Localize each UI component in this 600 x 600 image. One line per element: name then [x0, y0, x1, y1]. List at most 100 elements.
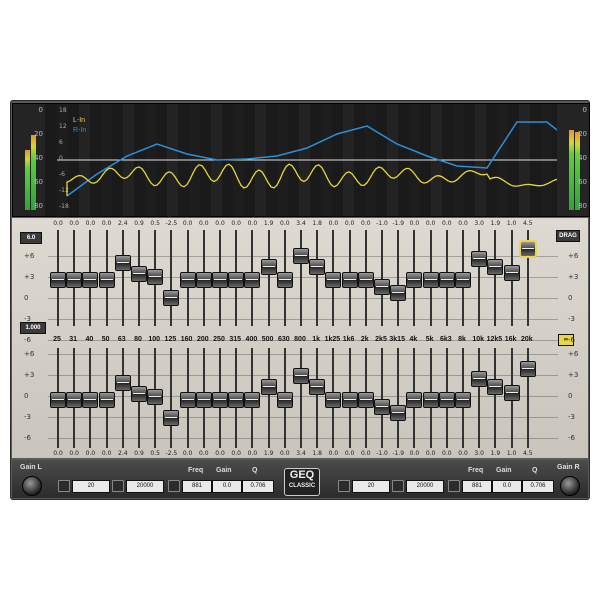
top-fader-knob-12k5[interactable]	[487, 258, 504, 275]
top-fader-knob-3k15[interactable]	[390, 285, 407, 302]
top-fader-knob-10k[interactable]	[471, 251, 488, 267]
top-fader-knob-50[interactable]	[98, 272, 115, 288]
fader-scale-tick: +6	[568, 252, 579, 260]
top-fader-knob-25[interactable]	[50, 272, 66, 288]
top-fader-knob-16k[interactable]	[503, 265, 520, 281]
top-fader-knob-500[interactable]	[260, 258, 277, 275]
left-freq-label: Freq	[188, 467, 204, 474]
meter-scale-tick: 20	[34, 130, 43, 138]
right-highcut-field[interactable]: 20000	[406, 480, 444, 493]
fader-gridline	[48, 354, 558, 355]
bottom-fader-knob-125[interactable]	[163, 409, 180, 426]
bottom-fader-knob-12k5[interactable]	[487, 378, 504, 395]
bottom-fader-knob-1k25[interactable]	[325, 392, 342, 408]
top-fader-knob-1k25[interactable]	[325, 272, 342, 288]
top-fader-knob-1k[interactable]	[309, 259, 326, 276]
top-fader-knob-4k[interactable]	[406, 272, 423, 288]
top-fader-knob-125[interactable]	[163, 289, 180, 306]
right-freq-field[interactable]: 881	[462, 480, 492, 493]
bottom-fader-knob-63[interactable]	[114, 375, 131, 392]
bottom-fader-knob-160[interactable]	[179, 392, 196, 408]
top-fader-knob-200[interactable]	[195, 272, 212, 288]
bottom-fader-knob-250[interactable]	[212, 392, 228, 408]
fader-scale-tick: -6	[24, 434, 31, 442]
range-button[interactable]: 6.0	[20, 232, 42, 244]
top-fader-knob-8k[interactable]	[455, 272, 471, 288]
left-highcut-toggle[interactable]	[112, 480, 124, 492]
right-lowcut-toggle[interactable]	[338, 480, 350, 492]
top-fader-knob-630[interactable]	[276, 272, 293, 288]
bottom-fader-knob-200[interactable]	[195, 392, 212, 408]
bottom-fader-knob-50[interactable]	[98, 392, 115, 408]
right-meter-bar-2	[575, 132, 580, 210]
drag-button[interactable]: DRAG	[556, 230, 580, 242]
bottom-fader-knob-1k6[interactable]	[341, 392, 358, 408]
top-fader-knob-100[interactable]	[147, 268, 164, 285]
top-fader-track	[170, 230, 173, 326]
meter-scale-tick: 0	[38, 106, 43, 114]
top-fader-knob-80[interactable]	[131, 265, 147, 282]
top-fader-track	[300, 230, 302, 326]
top-fader-knob-160[interactable]	[179, 272, 196, 288]
meter-scale-tick: 80	[34, 202, 43, 210]
top-fader-knob-6k3[interactable]	[438, 272, 455, 288]
bottom-fader-knob-6k3[interactable]	[438, 392, 455, 408]
top-fader-track	[121, 230, 124, 326]
bottom-fader-knob-20k[interactable]	[519, 360, 536, 377]
left-highcut-field[interactable]: 20000	[126, 480, 164, 493]
right-highcut-toggle[interactable]	[392, 480, 404, 492]
scale-button[interactable]: 1.000	[20, 322, 46, 334]
bottom-fader-knob-400[interactable]	[244, 392, 261, 408]
left-bell-toggle[interactable]	[168, 480, 180, 492]
bottom-fader-knob-4k[interactable]	[406, 392, 423, 408]
bottom-fader-knob-2k[interactable]	[357, 392, 374, 408]
spectrum-analyzer: 0 20 40 60 80 18 12 6 0 -6 -12 -18 L-In R-In 0 20 40 60…	[12, 103, 590, 217]
bottom-fader-knob-3k15[interactable]	[390, 405, 407, 422]
bottom-fader-knob-500[interactable]	[260, 378, 277, 395]
bottom-fader-knob-100[interactable]	[147, 388, 164, 405]
left-freq-field[interactable]: 881	[182, 480, 212, 493]
bottom-fader-knob-31[interactable]	[66, 392, 83, 408]
right-lowcut-field[interactable]: 20	[352, 480, 390, 493]
right-bell-toggle[interactable]	[448, 480, 460, 492]
bottom-fader-track	[397, 348, 400, 448]
left-lowcut-field[interactable]: 20	[72, 480, 110, 493]
top-fader-knob-20k[interactable]	[519, 240, 536, 257]
top-fader-knob-800[interactable]	[293, 248, 309, 265]
top-fader-knob-400[interactable]	[244, 272, 261, 288]
bottom-fader-knob-2k5[interactable]	[374, 399, 390, 415]
left-gain-field[interactable]: 0.0	[212, 480, 242, 493]
gain-l-knob[interactable]	[22, 476, 42, 496]
top-fader-knob-2k[interactable]	[357, 272, 374, 288]
left-q-field[interactable]: 0.706	[242, 480, 274, 493]
bottom-fader-knob-10k[interactable]	[471, 371, 488, 387]
bottom-fader-knob-5k[interactable]	[422, 392, 439, 408]
bottom-fader-knob-8k[interactable]	[455, 392, 471, 408]
right-gain-field[interactable]: 0.0	[492, 480, 522, 493]
bottom-fader-knob-1k[interactable]	[309, 379, 326, 396]
bottom-controls: Gain L Gain R 20 20000 Freq 881 Gain 0.0…	[12, 460, 588, 498]
top-fader-knob-31[interactable]	[66, 272, 83, 288]
graph-scale-tick: -6	[59, 171, 65, 178]
bottom-fader-knob-16k[interactable]	[503, 385, 520, 401]
top-fader-knob-2k5[interactable]	[374, 279, 390, 295]
fader-scale-tick: -3	[568, 413, 575, 421]
meter-scale-tick: 60	[578, 178, 587, 186]
bottom-fader-knob-25[interactable]	[50, 392, 66, 408]
left-lowcut-toggle[interactable]	[58, 480, 70, 492]
top-fader-knob-63[interactable]	[114, 255, 131, 272]
fader-scale-tick: -6	[24, 336, 31, 344]
top-fader-knob-250[interactable]	[212, 272, 228, 288]
top-fader-knob-1k6[interactable]	[341, 272, 358, 288]
gain-r-knob[interactable]	[560, 476, 580, 496]
bottom-fader-knob-80[interactable]	[131, 385, 147, 402]
top-fader-knob-5k[interactable]	[422, 272, 439, 288]
top-fader-knob-315[interactable]	[228, 272, 245, 288]
right-q-field[interactable]: 0.706	[522, 480, 554, 493]
bottom-fader-knob-40[interactable]	[82, 392, 99, 408]
bottom-fader-knob-800[interactable]	[293, 368, 309, 385]
bottom-fader-knob-315[interactable]	[228, 392, 245, 408]
bottom-fader-knob-630[interactable]	[276, 392, 293, 408]
graph-scale-tick: 12	[59, 123, 67, 130]
top-fader-knob-40[interactable]	[82, 272, 99, 288]
